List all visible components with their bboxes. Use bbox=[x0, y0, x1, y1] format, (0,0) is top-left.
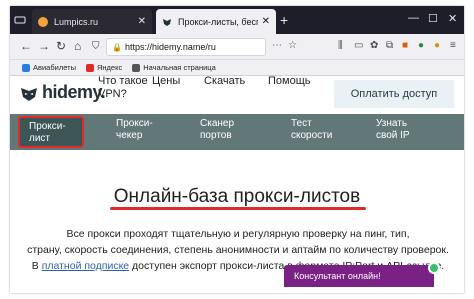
bookmark-label: Начальная страница bbox=[143, 63, 216, 72]
online-status-icon bbox=[428, 262, 440, 274]
back-icon[interactable]: ← bbox=[20, 39, 32, 53]
minimize-icon[interactable]: — bbox=[408, 12, 419, 24]
nav-prices[interactable]: Цены bbox=[152, 76, 180, 88]
tab-title: Lumpics.ru bbox=[54, 16, 99, 27]
intro-line: страну, скорость соединения, степень ано… bbox=[27, 244, 449, 256]
web-page: hidemy. Что такое VPN? Цены Скачать Помо… bbox=[10, 76, 464, 293]
pay-access-button[interactable]: Оплатить доступ bbox=[334, 80, 454, 108]
menu-proxy-list[interactable]: Прокси- лист bbox=[18, 116, 84, 148]
extension-red-icon[interactable]: ■ bbox=[402, 40, 408, 51]
intro-text: В bbox=[31, 260, 42, 272]
nav-toolbar: ← → ↻ ⌂ ⛉ 🔒 https://hidemy.name/ru ⋯ ☆ ⫼… bbox=[10, 34, 464, 60]
bookmark-item[interactable]: Яндекс bbox=[85, 63, 123, 72]
plane-icon bbox=[22, 63, 30, 72]
nav-help[interactable]: Помощь bbox=[268, 76, 311, 88]
page-actions-icon[interactable]: ⋯ bbox=[272, 40, 282, 51]
library-icon[interactable]: ⫼ bbox=[338, 40, 343, 51]
close-tab-icon[interactable]: ✕ bbox=[262, 16, 270, 27]
menu-my-ip[interactable]: Узнать свой IP bbox=[376, 118, 410, 142]
home-icon[interactable]: ⌂ bbox=[74, 39, 81, 53]
address-text: https://hidemy.name/ru bbox=[125, 42, 216, 52]
maximize-icon[interactable]: ☐ bbox=[428, 12, 438, 25]
intro-line: Все прокси проходят тщательную и регуляр… bbox=[66, 228, 410, 240]
nav-download[interactable]: Скачать bbox=[204, 76, 245, 88]
tab-list-icon[interactable] bbox=[14, 14, 26, 26]
tab-hidemy[interactable]: Прокси-листы, бесплатный ✕ bbox=[156, 9, 276, 34]
lock-icon: 🔒 bbox=[112, 43, 122, 52]
site-header: hidemy. Что такое VPN? Цены Скачать Помо… bbox=[10, 76, 464, 114]
bookmark-item[interactable]: Авиабилеты bbox=[22, 63, 76, 72]
extension-green-icon[interactable]: ● bbox=[418, 40, 424, 51]
page-title: Онлайн-база прокси-листов bbox=[113, 186, 361, 207]
address-bar[interactable]: 🔒 https://hidemy.name/ru bbox=[106, 38, 266, 56]
tab-strip: Lumpics.ru ✕ Прокси-листы, бесплатный ✕ … bbox=[10, 6, 464, 34]
new-tab-icon[interactable]: + bbox=[280, 12, 288, 28]
mask-logo-icon bbox=[21, 87, 37, 101]
close-tab-icon[interactable]: ✕ bbox=[138, 16, 146, 27]
menu-port-scanner[interactable]: Сканер портов bbox=[200, 118, 234, 142]
bookmark-label: Авиабилеты bbox=[33, 63, 76, 72]
chat-label: Консультант онлайн! bbox=[294, 271, 381, 281]
bookmarks-bar: Авиабилеты Яндекс Начальная страница bbox=[10, 60, 464, 76]
browser-window: Lumpics.ru ✕ Прокси-листы, бесплатный ✕ … bbox=[10, 6, 464, 293]
home-page-icon bbox=[132, 63, 141, 72]
bookmark-item[interactable]: Начальная страница bbox=[132, 63, 216, 72]
menu-speed-test[interactable]: Тест скорости bbox=[291, 118, 332, 142]
screenshot-icon[interactable]: ⧉ bbox=[386, 40, 393, 51]
sidebar-icon[interactable]: ▭ bbox=[354, 40, 363, 51]
tab-lumpics[interactable]: Lumpics.ru ✕ bbox=[32, 9, 152, 34]
title-underline bbox=[110, 207, 366, 210]
tools-menu: Прокси- лист Прокси- чекер Сканер портов… bbox=[10, 114, 464, 150]
paid-subscription-link[interactable]: платной подписке bbox=[42, 260, 129, 272]
extension-icon[interactable]: ✿ bbox=[370, 40, 378, 51]
bookmark-label: Яндекс bbox=[96, 63, 123, 72]
menu-icon[interactable]: ≡ bbox=[450, 40, 456, 51]
shield-icon[interactable]: ⛉ bbox=[92, 40, 100, 54]
lumpics-favicon-icon bbox=[38, 16, 48, 27]
bookmark-star-icon[interactable]: ☆ bbox=[288, 40, 297, 51]
chat-widget[interactable]: Консультант онлайн! bbox=[284, 265, 434, 287]
logo-text: hidemy. bbox=[42, 82, 106, 102]
hidemy-favicon-icon bbox=[163, 18, 171, 26]
extension-yellow-icon[interactable]: ● bbox=[434, 40, 440, 51]
nav-what-is-vpn[interactable]: Что такое VPN? bbox=[98, 76, 148, 101]
site-logo[interactable]: hidemy. bbox=[20, 82, 106, 103]
forward-icon[interactable]: → bbox=[38, 39, 50, 53]
menu-proxy-checker[interactable]: Прокси- чекер bbox=[116, 118, 153, 142]
close-window-icon[interactable]: ✕ bbox=[448, 12, 457, 25]
reload-icon[interactable]: ↻ bbox=[56, 39, 66, 53]
tab-title: Прокси-листы, бесплатный bbox=[178, 16, 258, 27]
yandex-icon bbox=[85, 63, 94, 72]
